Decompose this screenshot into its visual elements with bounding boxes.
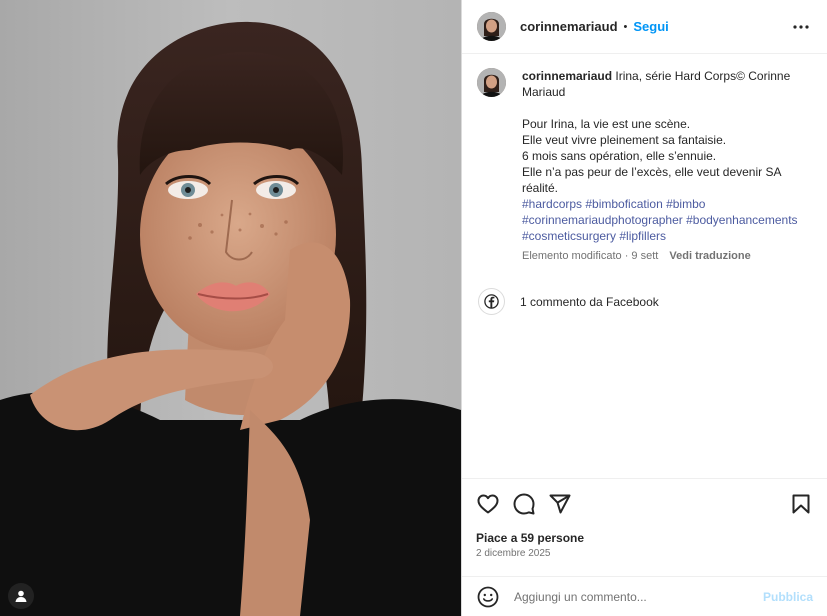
- caption-hashtags[interactable]: #hardcorps #bimbofication #bimbo #corinn…: [522, 196, 812, 244]
- user-icon: [15, 590, 27, 602]
- avatar[interactable]: [477, 12, 506, 41]
- post-date[interactable]: 2 dicembre 2025: [476, 548, 813, 559]
- caption-line: Elle n’a pas peur de l’excès, elle veut …: [522, 165, 781, 195]
- tagged-users-button[interactable]: [8, 583, 34, 609]
- heart-icon: [477, 494, 499, 514]
- post-photo[interactable]: [0, 0, 461, 616]
- caption-line: Elle veut vivre pleinement sa fantaisie.: [522, 133, 727, 147]
- emoji-button[interactable]: [476, 585, 500, 609]
- likes-count[interactable]: Piace a 59 persone: [476, 531, 813, 545]
- facebook-icon-wrapper: [478, 288, 505, 315]
- portrait-image: [0, 0, 461, 616]
- more-options-icon: [793, 24, 809, 29]
- actions-area: Piace a 59 persone 2 dicembre 2025: [462, 478, 827, 576]
- follow-button[interactable]: Segui: [633, 19, 668, 34]
- header-separator: •: [623, 20, 628, 33]
- avatar-image: [477, 12, 506, 41]
- like-button[interactable]: [476, 492, 500, 516]
- add-comment-bar: Pubblica: [462, 576, 827, 616]
- translate-button[interactable]: Vedi traduzione: [669, 250, 750, 262]
- caption-line: Pour Irina, la vie est une scène.: [522, 117, 691, 131]
- avatar-image: [477, 68, 506, 97]
- facebook-comments-label[interactable]: 1 commento da Facebook: [520, 295, 659, 309]
- share-icon: [549, 494, 571, 514]
- post-container: corinnemariaud • Segui corinnemariaud Ir…: [0, 0, 827, 616]
- edited-label: Elemento modificato · 9 sett: [522, 250, 659, 262]
- post-header: corinnemariaud • Segui: [462, 0, 827, 54]
- action-bar: [476, 491, 813, 517]
- caption-body: corinnemariaud Irina, série Hard Corps© …: [522, 68, 812, 264]
- comment-input[interactable]: [512, 588, 763, 605]
- publish-button[interactable]: Pubblica: [763, 590, 813, 604]
- share-button[interactable]: [548, 492, 572, 516]
- facebook-icon: [484, 294, 499, 309]
- caption-line: 6 mois sans opération, elle s’ennuie.: [522, 149, 717, 163]
- caption-avatar[interactable]: [477, 68, 506, 97]
- post-side-panel: corinnemariaud • Segui corinnemariaud Ir…: [461, 0, 827, 616]
- more-options-button[interactable]: [789, 15, 813, 39]
- comments-section: corinnemariaud Irina, série Hard Corps© …: [462, 54, 827, 478]
- bookmark-icon: [792, 494, 810, 514]
- comment-button[interactable]: [512, 492, 536, 516]
- comment-icon: [513, 493, 535, 515]
- emoji-icon: [477, 586, 499, 607]
- caption: corinnemariaud Irina, série Hard Corps© …: [477, 68, 812, 264]
- caption-text: Pour Irina, la vie est une scène. Elle v…: [522, 116, 812, 196]
- caption-meta: Elemento modificato · 9 sett Vedi traduz…: [522, 248, 812, 264]
- caption-username[interactable]: corinnemariaud: [522, 69, 612, 83]
- caption-heading: corinnemariaud Irina, série Hard Corps© …: [522, 68, 812, 100]
- header-username[interactable]: corinnemariaud: [520, 19, 618, 34]
- facebook-comments-row[interactable]: 1 commento da Facebook: [478, 288, 812, 315]
- save-button[interactable]: [789, 492, 813, 516]
